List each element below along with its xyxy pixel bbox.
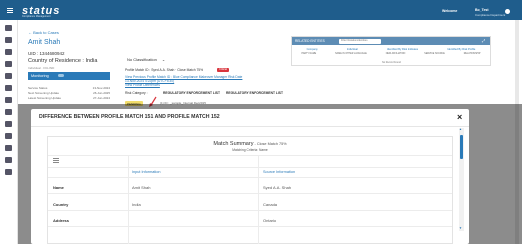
view-differences-link[interactable]: View Profile Differences <box>125 83 160 87</box>
users-icon[interactable] <box>5 61 12 67</box>
source-country-value: Canada <box>263 202 278 207</box>
match-summary-heading: Match Summary - Close Match 75% <box>48 141 452 147</box>
related-entities-panel: RELATED ENTITIES Filter Relations/Entiti… <box>291 36 491 66</box>
input-country-value: India <box>132 202 141 207</box>
eye-icon[interactable] <box>5 73 12 79</box>
list-icon[interactable] <box>5 157 12 163</box>
divider <box>48 193 452 194</box>
column-header: RELATIONSHIP <box>463 52 481 55</box>
list-icon[interactable] <box>53 158 59 163</box>
source-address-value: Ontario <box>263 218 277 223</box>
related-empty-text: No Record Found <box>382 61 401 64</box>
monitoring-details: Service Status 13-Nov-2024 Next Screenin… <box>28 86 110 101</box>
lock-icon[interactable] <box>5 169 12 175</box>
risk-category-label: Risk Category : <box>125 91 148 95</box>
related-entities-title: RELATED ENTITIES <box>295 39 325 43</box>
critical-badge: Critical <box>217 68 229 72</box>
gear-icon[interactable] <box>5 133 12 139</box>
related-filter-row: Company Individual Identified By Risk In… <box>292 48 490 51</box>
divider <box>48 155 452 156</box>
expand-icon[interactable]: ⤢ <box>482 38 485 43</box>
source-name-value: Syed A.A. Shah <box>263 185 292 190</box>
modal-divider <box>31 126 469 127</box>
match-summary-card: Match Summary - Close Match 75% Matching… <box>47 136 453 244</box>
file-icon[interactable] <box>5 37 12 43</box>
profile-country: Country of Residence : India <box>28 58 98 64</box>
regulatory-list-tag: REGULATORY ENFORCEMENT LIST <box>226 91 284 95</box>
column-header: PARTY NAME <box>301 52 317 55</box>
divider <box>128 155 129 244</box>
divider <box>258 155 259 244</box>
profile-country-sub: Individual · FIU-IND <box>28 66 55 70</box>
related-entities-header: RELATED ENTITIES Filter Relations/Entiti… <box>292 37 490 45</box>
shield-icon[interactable] <box>5 121 12 127</box>
back-to-cases-link[interactable]: ← Back to Cases <box>28 30 59 35</box>
sidebar <box>0 20 18 244</box>
related-filter-company[interactable]: Company <box>307 48 318 51</box>
row-label-address: Address <box>53 218 70 223</box>
close-icon[interactable]: × <box>457 112 462 122</box>
document-icon[interactable] <box>5 97 12 103</box>
classification-select[interactable]: No Classification ⌄ <box>125 56 180 63</box>
column-header: SERVICE SOURCE <box>424 52 445 55</box>
divider <box>48 167 452 168</box>
modal-scroll-thumb[interactable] <box>460 135 463 159</box>
welcome-label: Welcome <box>442 9 458 13</box>
divider <box>48 210 452 211</box>
source-information-header: Source Information <box>263 170 296 174</box>
user-plus-icon[interactable] <box>5 145 12 151</box>
profile-match-label: Profile Match ID : Syed A.A. Shah · Clos… <box>125 68 204 72</box>
difference-modal: DIFFERENCE BETWEEN PROFILE MATCH 151 AND… <box>31 109 469 244</box>
chart-icon[interactable] <box>5 109 12 115</box>
scroll-up-icon[interactable]: ▲ <box>459 127 462 131</box>
user-avatar-icon[interactable] <box>505 9 510 14</box>
monitoring-header: Monitoring <box>28 72 110 80</box>
dollar-icon[interactable] <box>5 85 12 91</box>
matching-criteria: Matching Criteria: Name <box>232 148 268 152</box>
monitoring-row-value: 27-Jun-2024 <box>93 96 110 100</box>
classification-value: No Classification <box>127 57 157 62</box>
monitoring-title: Monitoring <box>31 74 49 78</box>
user-name[interactable]: Bo_Test <box>475 8 489 12</box>
related-filter-risk-profile[interactable]: Identified By Risk Profile <box>447 48 475 51</box>
home-icon[interactable] <box>5 25 12 31</box>
match-summary-score: - Close Match 75% <box>253 142 287 146</box>
divider <box>48 226 452 227</box>
related-search-input[interactable]: Filter Relations/Entities <box>339 38 381 44</box>
user-role: Compliance Department <box>475 12 506 17</box>
divider <box>48 177 452 178</box>
scroll-down-icon[interactable]: ▼ <box>459 226 462 230</box>
row-label-name: Name <box>53 185 64 190</box>
related-filter-risk-indicates[interactable]: Identified By Risk Indicates <box>387 48 418 51</box>
column-header: NEW AFFILIATION <box>385 52 406 55</box>
input-information-header: Input Information <box>132 170 161 174</box>
profile-name: Amit Shah <box>28 39 61 46</box>
regulatory-list-tag: REGULATORY ENFORCEMENT LIST <box>163 91 221 95</box>
app-logo-subtitle: Compliance Management <box>22 15 51 18</box>
menu-icon[interactable] <box>7 8 13 13</box>
top-bar: status Compliance Management Welcome Bo_… <box>0 0 522 20</box>
bell-icon[interactable] <box>5 49 12 55</box>
related-filter-individual[interactable]: Individual <box>347 48 358 51</box>
chevron-down-icon: ⌄ <box>161 57 166 62</box>
modal-title: DIFFERENCE BETWEEN PROFILE MATCH 151 AND… <box>39 114 220 120</box>
monitoring-toggle[interactable] <box>58 74 64 77</box>
monitoring-row-label: Latest Screening Update <box>28 96 62 100</box>
related-table-header: PARTY NAME NAME IN OTHER LANGUAGE NEW AF… <box>292 53 490 55</box>
monitoring-row: Latest Screening Update 27-Jun-2024 <box>28 96 110 101</box>
input-name-value: Amit Shah <box>132 185 151 190</box>
profile-uid: UID : 1344680942 <box>28 51 65 56</box>
match-summary-title: Match Summary <box>213 141 254 147</box>
column-header: NAME IN OTHER LANGUAGE <box>335 52 367 55</box>
row-label-country: Country <box>53 202 69 207</box>
